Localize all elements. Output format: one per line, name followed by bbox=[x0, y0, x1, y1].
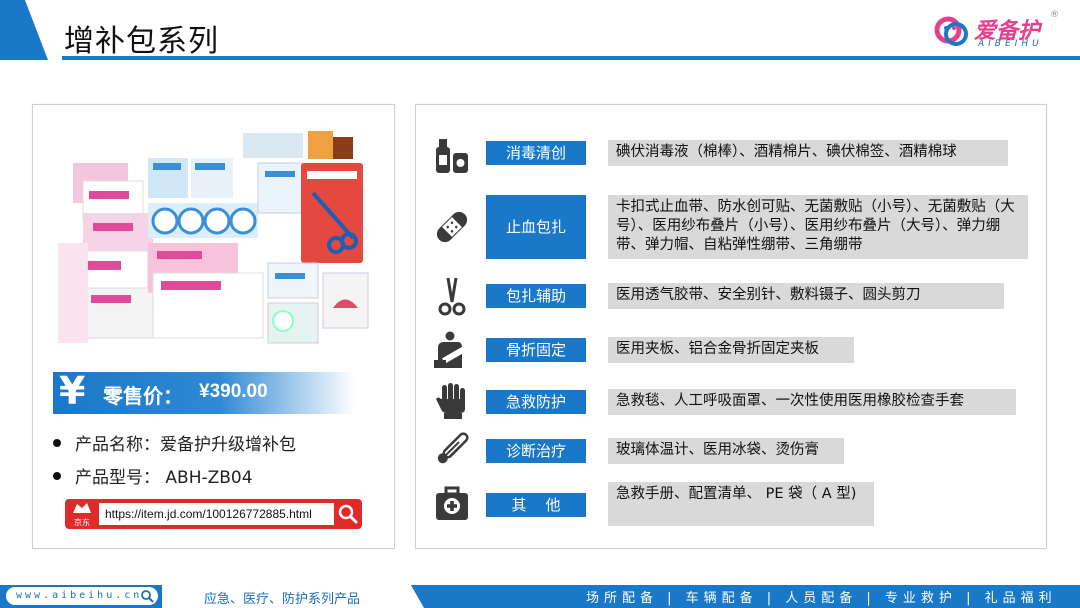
category-label: 止血包扎 bbox=[486, 195, 586, 259]
product-model-line: 产品型号： ABH-ZB04 bbox=[53, 463, 253, 488]
category-desc: 医用夹板、铝合金骨折固定夹板 bbox=[608, 337, 854, 363]
logo-name-en: AIBEIHU bbox=[978, 39, 1043, 49]
footer-tags: 场所配备 | 车辆配备 | 人员配备 | 专业救护 | 礼品福利 bbox=[586, 591, 1057, 606]
contents-panel: 消毒清创 碘伏消毒液（棉棒）、酒精棉片、碘伏棉签、酒精棉球 止血包扎 卡扣式止血… bbox=[415, 104, 1047, 549]
yen-icon: ¥ bbox=[59, 369, 86, 413]
thermometer-icon bbox=[437, 432, 469, 464]
jd-link-bar[interactable]: 京东 https://item.jd.com/100126772885.html bbox=[65, 499, 362, 529]
header-accent bbox=[0, 0, 48, 60]
jd-label: 京东 bbox=[74, 518, 90, 527]
bullet-icon bbox=[53, 472, 61, 480]
scissors-icon bbox=[438, 277, 466, 316]
category-desc: 医用透气胶带、安全别针、敷料镊子、圆头剪刀 bbox=[608, 283, 1004, 309]
category-label: 急救防护 bbox=[486, 390, 586, 414]
category-label: 包扎辅助 bbox=[486, 284, 586, 308]
category-label: 消毒清创 bbox=[486, 141, 586, 165]
product-model-text: 产品型号： ABH-ZB04 bbox=[75, 468, 253, 488]
footer-slogan: 应急、医疗、防护系列产品 bbox=[204, 592, 361, 607]
product-name-text: 产品名称：爱备护升级增补包 bbox=[75, 435, 296, 455]
jd-logo: 京东 bbox=[67, 501, 97, 527]
category-label: 骨折固定 bbox=[486, 338, 586, 362]
category-desc: 玻璃体温计、医用冰袋、烫伤膏 bbox=[608, 438, 844, 464]
logo-registered-mark: ® bbox=[1050, 10, 1059, 20]
bottles-icon bbox=[436, 139, 468, 173]
search-icon[interactable] bbox=[336, 502, 360, 526]
price-banner: ¥ 零售价： ¥390.00 bbox=[53, 369, 355, 414]
logo-mark-icon bbox=[934, 16, 968, 46]
glove-icon bbox=[436, 383, 465, 419]
price-label: 零售价： bbox=[103, 384, 183, 408]
jd-url-field[interactable]: https://item.jd.com/100126772885.html bbox=[99, 503, 334, 525]
splint-icon bbox=[434, 331, 466, 368]
price-value: ¥390.00 bbox=[199, 381, 268, 402]
product-panel: ¥ 零售价： ¥390.00 产品名称：爱备护升级增补包 产品型号： ABH-Z… bbox=[32, 104, 395, 549]
brand-logo: 爱备护 AIBEIHU ® bbox=[934, 10, 1064, 52]
category-desc: 急救毯、人工呼吸面罩、一次性使用医用橡胶检查手套 bbox=[608, 389, 1016, 415]
page-title: 增补包系列 bbox=[64, 24, 219, 59]
jd-mascot-icon bbox=[73, 503, 91, 513]
footer-site-pill[interactable]: www.aibeihu.cn bbox=[6, 587, 158, 605]
search-icon bbox=[141, 590, 154, 603]
footer-slogan-box: 应急、医疗、防护系列产品 bbox=[162, 585, 424, 608]
bullet-icon bbox=[53, 439, 61, 447]
category-desc: 急救手册、配置清单、 PE 袋（ A 型) bbox=[608, 482, 874, 526]
first-aid-kit-icon bbox=[436, 486, 468, 520]
product-name-line: 产品名称：爱备护升级增补包 bbox=[53, 430, 296, 455]
bandage-icon bbox=[436, 211, 468, 243]
category-label: 其 他 bbox=[486, 493, 586, 517]
header-divider bbox=[62, 56, 1080, 60]
category-label: 诊断治疗 bbox=[486, 439, 586, 463]
category-desc: 碘伏消毒液（棉棒）、酒精棉片、碘伏棉签、酒精棉球 bbox=[608, 140, 1008, 166]
product-kit-image bbox=[53, 123, 373, 353]
category-desc: 卡扣式止血带、防水创可贴、无菌敷贴（小号）、无菌敷贴（大号）、医用纱布叠片（小号… bbox=[608, 195, 1028, 259]
footer-site-text: www.aibeihu.cn bbox=[16, 590, 143, 601]
